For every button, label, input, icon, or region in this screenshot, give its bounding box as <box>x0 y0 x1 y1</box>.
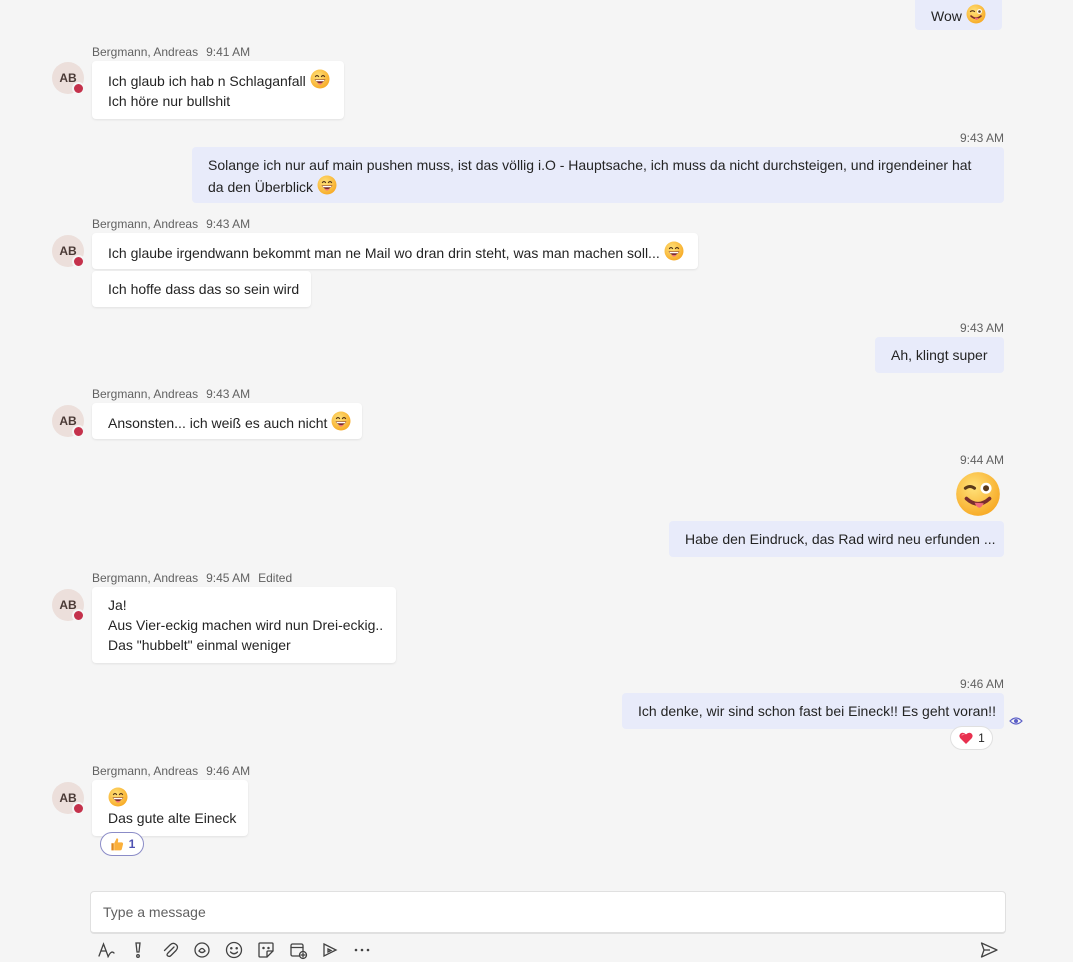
avatar[interactable]: AB <box>52 62 85 95</box>
message-time: 9:43 AM <box>206 387 251 401</box>
stream-button[interactable] <box>318 938 342 962</box>
winking-face-tongue-icon <box>955 471 1001 517</box>
message-text: Ich glaube irgendwann bekommt man ne Mai… <box>108 245 660 261</box>
grinning-face-icon <box>664 241 684 261</box>
emoji-button[interactable] <box>222 938 246 962</box>
message-text: Ah, klingt super <box>891 347 988 363</box>
grinning-face-icon <box>331 411 351 431</box>
message-text: Ansonsten... ich weiß es auch nicht <box>108 415 328 431</box>
status-busy-icon <box>72 255 85 268</box>
message-text: Ja! <box>108 597 127 613</box>
message-text: Habe den Eindruck, das Rad wird neu erfu… <box>685 531 996 547</box>
message-meta: Bergmann, Andreas 9:43 AM <box>92 387 250 401</box>
thumbs-up-icon <box>109 836 125 852</box>
calendar-add-icon <box>290 943 308 960</box>
sender-name: Bergmann, Andreas <box>92 387 199 401</box>
sender-name: Bergmann, Andreas <box>92 764 199 778</box>
important-button[interactable] <box>126 938 150 962</box>
avatar[interactable]: AB <box>52 235 85 268</box>
message-time: 9:41 AM <box>206 45 251 59</box>
seen-eye-icon <box>1009 717 1023 725</box>
grinning-face-icon <box>310 69 330 89</box>
message-text: Ich denke, wir sind schon fast bei Einec… <box>638 703 996 719</box>
message-time: 9:43 AM <box>206 217 251 231</box>
emoji-icon <box>225 941 243 959</box>
message-input[interactable] <box>91 892 1005 932</box>
grinning-face-icon <box>108 787 128 807</box>
format-icon <box>98 942 115 958</box>
message-meta: Bergmann, Andreas 9:43 AM <box>92 217 250 231</box>
reaction-count: 1 <box>978 731 985 745</box>
message-text: Wow <box>931 8 962 24</box>
message-text: Ich glaub ich hab n Schlaganfall <box>108 73 306 89</box>
send-icon <box>980 942 998 958</box>
thumbs-up-reaction[interactable]: 1 <box>100 832 144 856</box>
message-text: Aus Vier-eckig machen wird nun Drei-ecki… <box>108 617 384 633</box>
message-meta: Bergmann, Andreas 9:45 AM Edited <box>92 571 292 585</box>
format-button[interactable] <box>94 938 118 962</box>
heart-reaction[interactable]: 1 <box>950 726 993 750</box>
message-time: 9:45 AM <box>206 571 251 585</box>
sender-name: Bergmann, Andreas <box>92 45 199 59</box>
message-time: 9:43 AM <box>960 131 1005 145</box>
loop-icon <box>194 942 210 958</box>
sender-name: Bergmann, Andreas <box>92 217 199 231</box>
schedule-meeting-button[interactable] <box>286 938 310 962</box>
incoming-message-bubble[interactable]: Das gute alte Eineck <box>92 780 248 836</box>
message-meta: Bergmann, Andreas 9:41 AM <box>92 45 250 59</box>
message-meta: Bergmann, Andreas 9:46 AM <box>92 764 250 778</box>
status-busy-icon <box>72 425 85 438</box>
outgoing-message-bubble[interactable]: Wow <box>915 0 1002 30</box>
compose-toolbar <box>94 938 374 962</box>
incoming-message-bubble[interactable]: Ich glaub ich hab n Schlaganfall Ich hör… <box>92 61 344 119</box>
stream-icon <box>323 942 338 958</box>
sticker-icon <box>258 942 274 958</box>
outgoing-message-bubble[interactable]: Ich denke, wir sind schon fast bei Einec… <box>622 693 1004 729</box>
attach-button[interactable] <box>158 938 182 962</box>
send-button[interactable] <box>977 938 1001 962</box>
paperclip-icon <box>163 942 179 958</box>
edited-label: Edited <box>258 571 293 585</box>
heart-icon <box>958 730 974 746</box>
status-busy-icon <box>72 802 85 815</box>
avatar[interactable]: AB <box>52 589 85 622</box>
exclamation-icon <box>135 942 141 958</box>
status-busy-icon <box>72 609 85 622</box>
more-horizontal-icon <box>354 948 370 952</box>
message-compose-box[interactable] <box>90 891 1006 934</box>
message-text: Das "hubbelt" einmal weniger <box>108 637 291 653</box>
incoming-message-bubble[interactable]: Ansonsten... ich weiß es auch nicht <box>92 403 362 439</box>
incoming-message-bubble[interactable]: Ich hoffe dass das so sein wird <box>92 271 311 307</box>
sender-name: Bergmann, Andreas <box>92 571 199 585</box>
message-text: Ich höre nur bullshit <box>108 93 231 109</box>
incoming-message-bubble[interactable]: Ich glaube irgendwann bekommt man ne Mai… <box>92 233 698 269</box>
winking-face-tongue-icon <box>966 4 986 24</box>
message-time: 9:44 AM <box>960 453 1005 467</box>
outgoing-message-bubble[interactable]: Solange ich nur auf main pushen muss, is… <box>192 147 1004 203</box>
sticker-button[interactable] <box>254 938 278 962</box>
smiling-face-icon <box>317 175 337 195</box>
more-options-button[interactable] <box>350 938 374 962</box>
message-text: Das gute alte Eineck <box>108 810 237 826</box>
message-time: 9:46 AM <box>206 764 251 778</box>
message-time: 9:46 AM <box>960 677 1005 691</box>
incoming-message-bubble[interactable]: Ja! Aus Vier-eckig machen wird nun Drei-… <box>92 587 396 663</box>
reaction-count: 1 <box>128 837 136 851</box>
status-busy-icon <box>72 82 85 95</box>
outgoing-message-bubble[interactable]: Ah, klingt super <box>875 337 1004 373</box>
avatar[interactable]: AB <box>52 405 85 438</box>
avatar[interactable]: AB <box>52 782 85 815</box>
message-time: 9:43 AM <box>960 321 1005 335</box>
message-text: Ich hoffe dass das so sein wird <box>108 281 300 297</box>
outgoing-message-bubble[interactable]: Habe den Eindruck, das Rad wird neu erfu… <box>669 521 1004 557</box>
loop-button[interactable] <box>190 938 214 962</box>
